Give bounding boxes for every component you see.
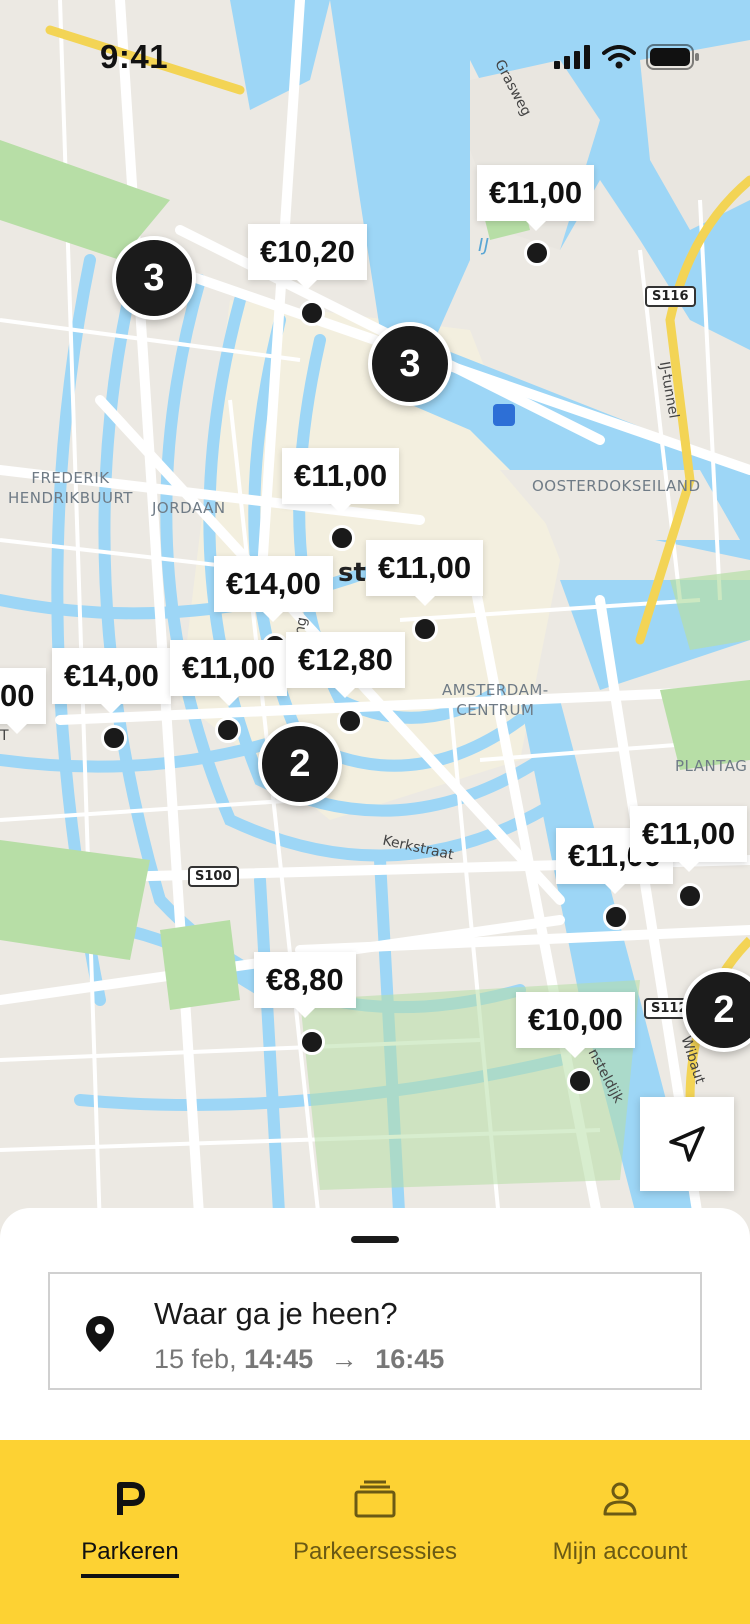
parking-location-dot[interactable] [524,240,550,266]
location-pin-icon [86,1316,114,1352]
parking-location-dot[interactable] [412,616,438,642]
locate-me-button[interactable] [640,1097,734,1191]
parking-location-dot[interactable] [603,904,629,930]
tab-mijn-account[interactable]: Mijn account [540,1440,700,1624]
parking-location-dot[interactable] [337,708,363,734]
price-marker[interactable]: €10,00 [516,992,635,1058]
search-title: Waar ga je heen? [154,1296,398,1331]
arrow-right-icon: → [330,1344,358,1374]
navigation-arrow-icon [669,1126,705,1162]
tab-label: Parkeersessies [292,1538,458,1565]
account-icon [603,1482,637,1516]
area-label-plantag: PLANTAG [675,757,748,775]
parking-location-dot[interactable] [299,1029,325,1055]
price-marker[interactable]: 00 [0,668,47,734]
signal-icon [554,45,590,69]
parking-location-dot[interactable] [329,525,355,551]
parking-location-dot[interactable] [567,1068,593,1094]
wifi-icon [602,45,636,69]
road-shield-s100: S100 [188,866,239,887]
area-label-oosterdok: OOSTERDOKSEILAND [532,477,701,495]
search-timeframe: 15 feb, 14:45 → 16:45 [154,1344,444,1375]
price-marker[interactable]: €11,00 [366,540,484,606]
tab-label: Mijn account [552,1538,688,1565]
price-marker[interactable]: €11,00 [282,448,400,514]
tab-bar: Parkeren Parkeersessies Mijn account [0,1440,750,1624]
status-bar: 9:41 [0,0,750,100]
price-marker[interactable]: €11,00 [630,806,748,872]
status-time: 9:41 [100,38,169,75]
road-shield-s116: S116 [645,286,696,307]
price-marker[interactable]: €11,00 [477,165,595,231]
bottom-sheet: Waar ga je heen? 15 feb, 14:45 → 16:45 [0,1208,750,1440]
area-label-centrum: AMSTERDAM- CENTRUM [442,681,549,719]
price-marker[interactable]: €10,20 [248,224,367,290]
area-label-jordaan: JORDAAN [152,499,226,517]
map-base [0,0,750,1230]
cluster-marker[interactable]: 3 [112,236,196,320]
price-marker[interactable]: €14,00 [214,556,333,622]
map-view[interactable]: FREDERIK HENDRIKBUURT JORDAAN OOSTERDOKS… [0,0,750,1230]
sheet-drag-handle[interactable] [351,1236,399,1243]
search-end-time: 16:45 [375,1344,445,1374]
tab-parkeren[interactable]: Parkeren [70,1440,190,1624]
area-label-frederik: FREDERIK HENDRIKBUURT [8,469,133,507]
battery-icon [646,44,699,70]
price-marker[interactable]: €8,80 [254,952,356,1018]
road-label-st: st [338,558,366,588]
sessions-icon [354,1480,396,1518]
price-marker[interactable]: €14,00 [52,648,171,714]
search-date: 15 feb, [154,1344,237,1374]
active-tab-indicator [81,1574,179,1578]
parking-location-dot[interactable] [215,717,241,743]
cluster-marker[interactable]: 2 [258,722,342,806]
parking-location-dot[interactable] [677,883,703,909]
destination-search[interactable]: Waar ga je heen? 15 feb, 14:45 → 16:45 [48,1272,702,1390]
cluster-marker[interactable]: 3 [368,322,452,406]
area-label-ij: IJ [478,235,490,256]
search-start-time: 14:45 [244,1344,314,1374]
price-marker[interactable]: €11,00 [170,640,288,706]
tab-label: Parkeren [81,1538,179,1565]
parking-icon [117,1482,145,1515]
parking-location-dot[interactable] [101,725,127,751]
parking-location-dot[interactable] [299,300,325,326]
price-marker[interactable]: €12,80 [286,632,405,698]
tab-parkeersessies[interactable]: Parkeersessies [280,1440,470,1624]
